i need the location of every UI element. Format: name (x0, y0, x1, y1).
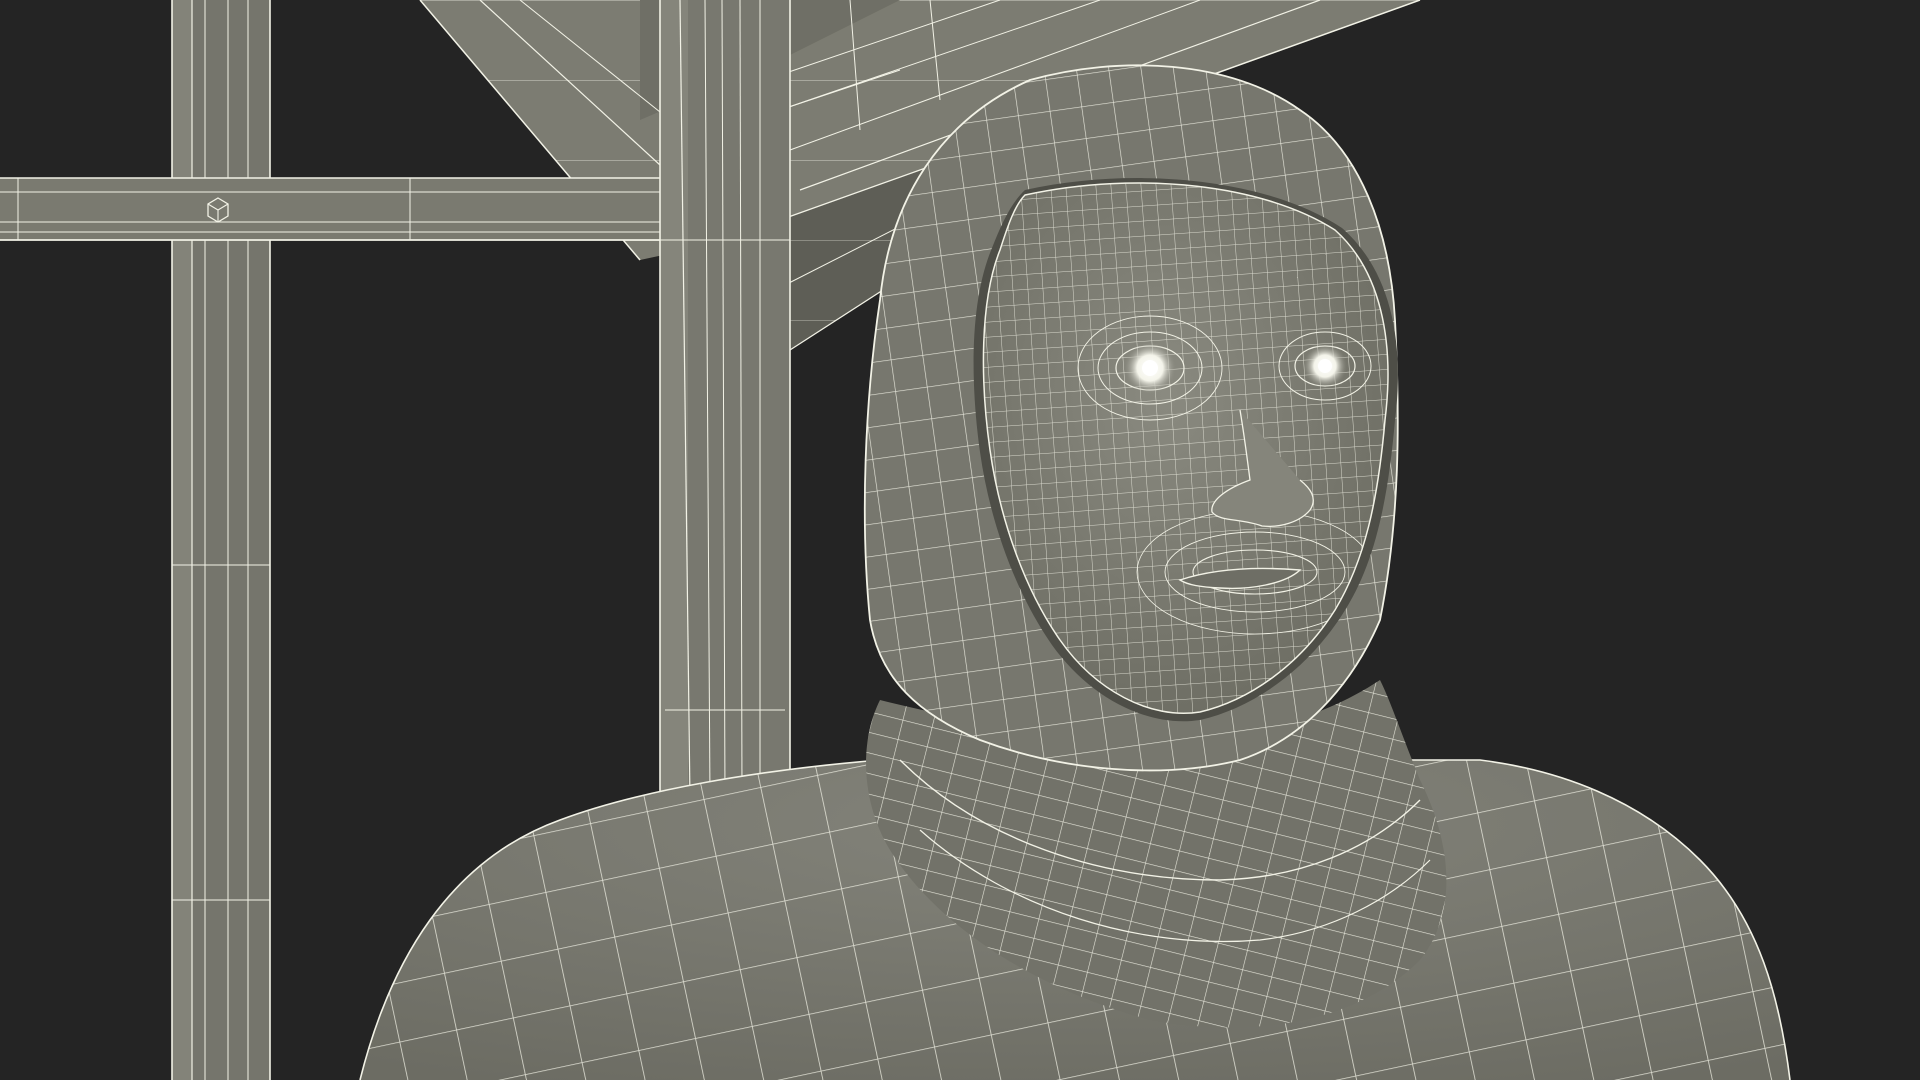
left-post (171, 0, 271, 1080)
wireframe-render (0, 0, 1791, 1080)
3d-viewport[interactable] (0, 0, 1920, 1080)
center-post (659, 0, 791, 801)
crossbar (0, 177, 670, 241)
